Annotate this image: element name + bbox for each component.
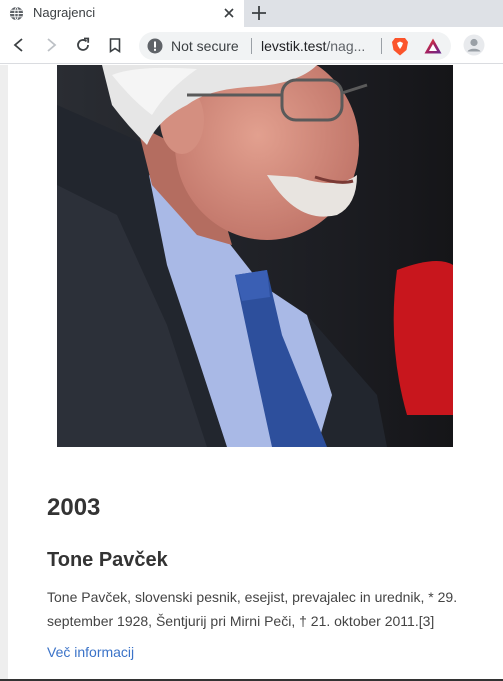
url-host: levstik.test — [261, 38, 327, 54]
address-divider-2 — [381, 38, 382, 54]
back-icon[interactable] — [9, 35, 29, 55]
page-viewport: 2003 Tone Pavček Tone Pavček, slovenski … — [0, 65, 503, 681]
address-bar[interactable]: Not secure levstik.test/nag... — [139, 32, 451, 60]
info-icon[interactable] — [147, 38, 163, 54]
close-icon[interactable] — [221, 5, 237, 21]
more-info-link[interactable]: Več informacij — [47, 644, 134, 660]
award-year: 2003 — [47, 494, 101, 521]
address-divider — [251, 38, 252, 54]
browser-toolbar: Not secure levstik.test/nag... — [0, 27, 503, 64]
tab-strip: Nagrajenci — [0, 0, 503, 27]
forward-icon[interactable] — [41, 35, 61, 55]
new-tab-icon[interactable] — [250, 4, 268, 22]
browser-tab[interactable]: Nagrajenci — [0, 0, 244, 27]
laureate-bio: Tone Pavček, slovenski pesnik, esejist, … — [47, 589, 458, 629]
security-label: Not secure — [171, 38, 239, 54]
globe-icon — [9, 6, 24, 21]
laureate-name: Tone Pavček — [47, 549, 168, 571]
brave-shield-icon[interactable] — [391, 37, 409, 56]
page-gutter — [0, 65, 8, 681]
profile-icon[interactable] — [463, 34, 485, 56]
bookmark-icon[interactable] — [105, 35, 125, 55]
tab-title: Nagrajenci — [33, 5, 96, 20]
reload-icon[interactable] — [73, 35, 93, 55]
brave-rewards-icon[interactable] — [424, 38, 442, 54]
url-text[interactable]: levstik.test/nag... — [261, 38, 365, 54]
url-path: /nag... — [326, 38, 366, 54]
laureate-photo — [57, 65, 453, 447]
